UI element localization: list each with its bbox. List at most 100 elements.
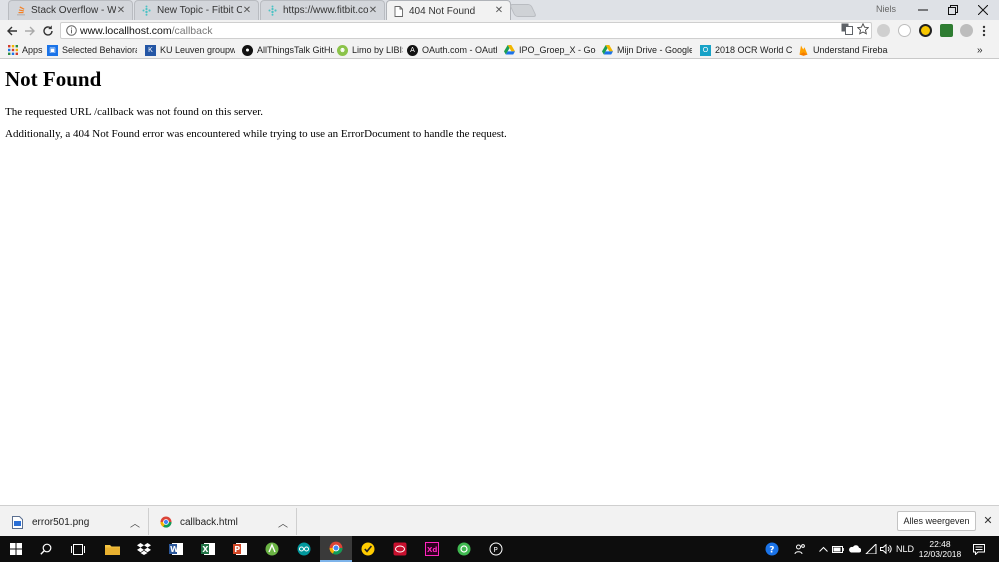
downloads-shelf: error501.png ︿ callback.html ︿ Alles wee…	[0, 505, 999, 536]
chrome-file-icon	[160, 516, 172, 528]
page-content: Not Found The requested URL /callback wa…	[0, 59, 999, 505]
bookmarks-bar: Apps ▣ Selected Behavioral Studies K KU …	[0, 41, 999, 59]
page-icon	[393, 5, 404, 17]
close-icon[interactable]: ✕	[368, 5, 378, 16]
tab-fitbit-oauth[interactable]: https://www.fitbit.com/oauth2 ✕	[260, 0, 385, 20]
cloud-icon[interactable]	[846, 536, 862, 562]
chevron-up-icon[interactable]: ︿	[278, 515, 288, 530]
bookmark-star-icon[interactable]	[856, 22, 870, 36]
bookmark-mijn-drive[interactable]: Mijn Drive - Google Drive	[602, 43, 692, 57]
dropbox-icon	[137, 543, 151, 555]
extension-grey-icon[interactable]	[960, 24, 973, 37]
bookmark-selected-behavioral[interactable]: ▣ Selected Behavioral Studies	[47, 43, 137, 57]
folder-icon	[104, 545, 120, 555]
translate-icon[interactable]	[840, 22, 854, 36]
extension-green-icon[interactable]	[940, 24, 953, 37]
download-item-error501[interactable]: error501.png ︿	[12, 510, 142, 534]
close-icon[interactable]: ✕	[494, 6, 504, 16]
oauth-icon: A	[407, 44, 418, 56]
taskbar-word[interactable]: W	[160, 536, 192, 562]
taskbar-excel[interactable]: X	[192, 536, 224, 562]
start-button[interactable]	[0, 536, 32, 562]
back-button[interactable]	[3, 22, 21, 40]
arduino-icon	[297, 542, 311, 556]
svg-text:Xd: Xd	[427, 546, 437, 554]
google-drive-icon	[504, 45, 515, 56]
bookmark-ipo-groep[interactable]: IPO_Groep_X - Google Drive	[504, 43, 596, 57]
taskbar-arduino[interactable]	[288, 536, 320, 562]
extension-circle-icon[interactable]	[898, 24, 911, 37]
taskbar-dropbox[interactable]	[128, 536, 160, 562]
menu-button[interactable]	[975, 22, 993, 40]
bookmark-limo[interactable]: ☻ Limo by LIBIS	[337, 43, 403, 57]
wifi-icon[interactable]	[864, 536, 878, 562]
tab-stackoverflow[interactable]: Stack Overflow - Where Developers Learn …	[8, 0, 133, 20]
language-indicator[interactable]: NLD	[894, 536, 916, 562]
download-item-callback[interactable]: callback.html ︿	[160, 510, 290, 534]
bookmark-allthingstalk[interactable]: ● AllThingsTalk GitHub	[242, 43, 334, 57]
chevron-up-icon[interactable]: ︿	[130, 515, 140, 530]
bookmarks-overflow-icon[interactable]: »	[977, 43, 989, 57]
close-icon[interactable]: ✕	[981, 513, 995, 527]
bookmark-label: Limo by LIBIS	[352, 45, 403, 55]
battery-icon[interactable]	[831, 536, 845, 562]
red-app-icon	[393, 542, 407, 556]
search-icon	[40, 543, 52, 555]
download-filename: error501.png	[32, 516, 90, 528]
task-view-button[interactable]	[62, 536, 94, 562]
bookmark-apps[interactable]: Apps	[7, 43, 45, 57]
url-path: /callback	[171, 24, 213, 37]
taskbar-android-studio[interactable]	[256, 536, 288, 562]
reload-button[interactable]	[39, 22, 57, 40]
taskbar-chrome[interactable]	[320, 536, 352, 562]
help-icon[interactable]: ?	[762, 536, 782, 562]
fitbit-icon	[141, 5, 152, 16]
windows-taskbar: W X P Xd P ? NLD 22:48 12/03/2018	[0, 536, 999, 562]
extension-skype-icon[interactable]	[877, 24, 890, 37]
show-all-downloads-button[interactable]: Alles weergeven	[897, 511, 976, 531]
bookmark-firebase[interactable]: Understand Firebase	[798, 43, 888, 57]
limo-icon: ☻	[337, 44, 348, 56]
tab-title: New Topic - Fitbit Community	[157, 5, 242, 16]
taskbar-powerpoint[interactable]: P	[224, 536, 256, 562]
info-icon[interactable]	[64, 24, 78, 38]
address-bar[interactable]: www.locallhost.com/callback	[60, 22, 872, 39]
divider	[148, 508, 149, 535]
notifications-icon[interactable]	[970, 536, 988, 562]
taskbar-norton[interactable]	[352, 536, 384, 562]
bookmark-label: OAuth.com - OAuth 2.0	[422, 45, 497, 55]
bookmark-ku-leuven[interactable]: K KU Leuven groupware	[145, 43, 235, 57]
bookmark-label: Apps	[22, 45, 43, 55]
tab-404-not-found[interactable]: 404 Not Found ✕	[386, 0, 511, 21]
extension-yellow-icon[interactable]	[919, 24, 932, 37]
browser-toolbar: www.locallhost.com/callback	[0, 20, 999, 41]
taskbar-adobe-xd[interactable]: Xd	[416, 536, 448, 562]
taskbar-green-app[interactable]	[448, 536, 480, 562]
taskbar-file-explorer[interactable]	[96, 536, 128, 562]
close-icon[interactable]: ✕	[242, 5, 252, 16]
search-button[interactable]	[30, 536, 62, 562]
tab-title: 404 Not Found	[409, 5, 476, 17]
url-text: www.locallhost.com/callback	[80, 25, 212, 37]
image-file-icon	[12, 515, 23, 529]
taskbar-app-red[interactable]	[384, 536, 416, 562]
forward-button[interactable]	[21, 22, 39, 40]
taskbar-app-circle-p[interactable]: P	[480, 536, 512, 562]
bookmark-ocr-world[interactable]: O 2018 OCR World Championships	[700, 43, 792, 57]
close-icon[interactable]: ✕	[116, 5, 126, 16]
bookmark-label: Understand Firebase	[813, 45, 888, 55]
bookmark-oauth[interactable]: A OAuth.com - OAuth 2.0	[407, 43, 497, 57]
clock-time: 22:48	[929, 539, 951, 549]
chevron-up-icon[interactable]	[816, 536, 830, 562]
word-icon: W	[169, 543, 183, 555]
people-icon[interactable]	[792, 536, 808, 562]
volume-icon[interactable]	[879, 536, 893, 562]
close-window-icon[interactable]	[968, 0, 998, 20]
profile-name[interactable]: Niels	[876, 4, 896, 14]
restore-icon[interactable]	[938, 0, 968, 20]
system-clock[interactable]: 22:48 12/03/2018	[917, 539, 963, 559]
minimize-icon[interactable]	[908, 0, 938, 20]
tab-fitbit-new-topic[interactable]: New Topic - Fitbit Community ✕	[134, 0, 259, 20]
reload-icon	[43, 25, 53, 36]
new-tab-button[interactable]	[508, 4, 538, 17]
